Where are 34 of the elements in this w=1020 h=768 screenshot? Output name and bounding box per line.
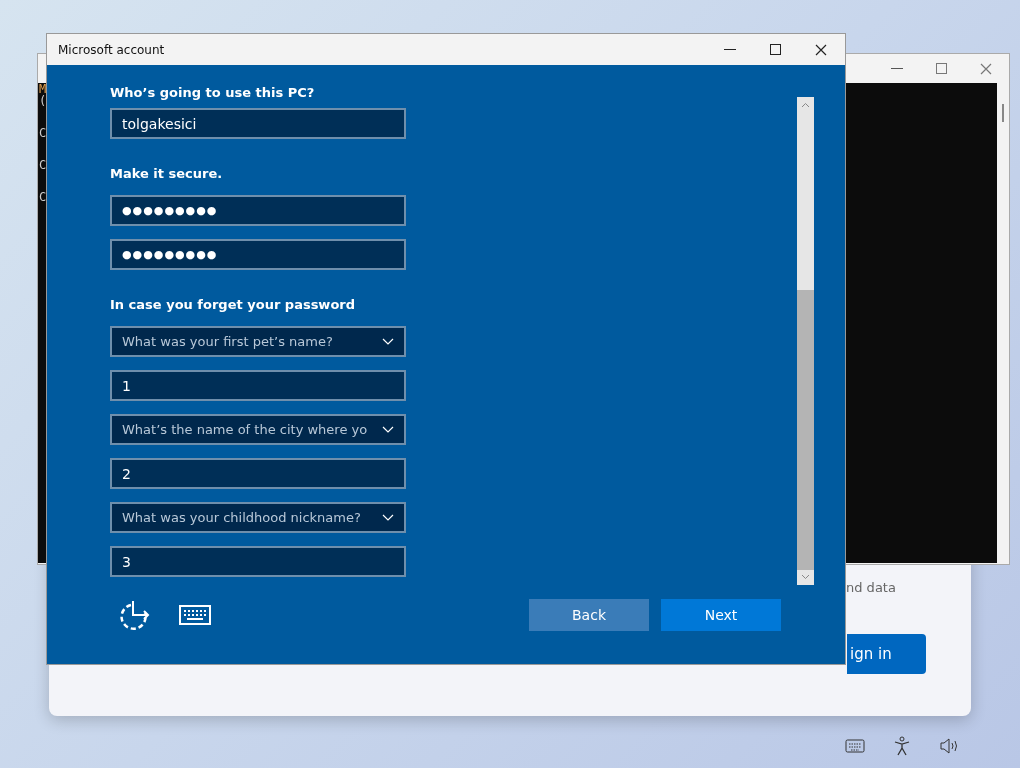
window-title: Microsoft account bbox=[58, 42, 165, 57]
chevron-down-icon bbox=[382, 426, 394, 433]
minimize-icon[interactable] bbox=[891, 67, 903, 70]
section-heading: Make it secure. bbox=[110, 166, 224, 181]
maximize-icon[interactable] bbox=[770, 44, 781, 55]
back-button[interactable]: Back bbox=[529, 599, 649, 631]
chevron-down-icon bbox=[382, 338, 394, 345]
scroll-down-icon[interactable] bbox=[801, 574, 810, 580]
section-heading: In case you forget your password bbox=[110, 297, 357, 312]
answer-field[interactable]: 1 bbox=[110, 370, 406, 401]
next-button[interactable]: Next bbox=[661, 599, 781, 631]
console-text: M bbox=[39, 83, 47, 95]
console-text: C bbox=[39, 159, 47, 171]
close-icon[interactable] bbox=[815, 43, 827, 56]
chevron-down-icon bbox=[382, 514, 394, 521]
scrollbar[interactable] bbox=[797, 97, 814, 585]
scrollbar-thumb[interactable] bbox=[1002, 104, 1004, 122]
console-text: C bbox=[39, 127, 47, 139]
scroll-up-icon[interactable] bbox=[801, 102, 810, 108]
question-dropdown[interactable]: What was your childhood nickname? bbox=[110, 502, 406, 533]
console-text: ( bbox=[39, 95, 47, 107]
body-text: nd data bbox=[846, 580, 896, 595]
question-dropdown[interactable]: What’s the name of the city where yo bbox=[110, 414, 406, 445]
answer-field[interactable]: 3 bbox=[110, 546, 406, 577]
password-field[interactable]: ●●●●●●●●● bbox=[110, 195, 406, 226]
minimize-icon[interactable] bbox=[724, 48, 736, 51]
section-heading: Who’s going to use this PC? bbox=[110, 85, 316, 100]
scrollbar-thumb[interactable] bbox=[797, 290, 814, 570]
console-text: C bbox=[39, 191, 47, 203]
password-field[interactable]: ●●●●●●●●● bbox=[110, 239, 406, 270]
sign-in-button[interactable]: ign in bbox=[847, 634, 926, 674]
username-field[interactable]: tolgakesici bbox=[110, 108, 406, 139]
answer-field[interactable]: 2 bbox=[110, 458, 406, 489]
question-dropdown[interactable]: What was your first pet’s name? bbox=[110, 326, 406, 357]
